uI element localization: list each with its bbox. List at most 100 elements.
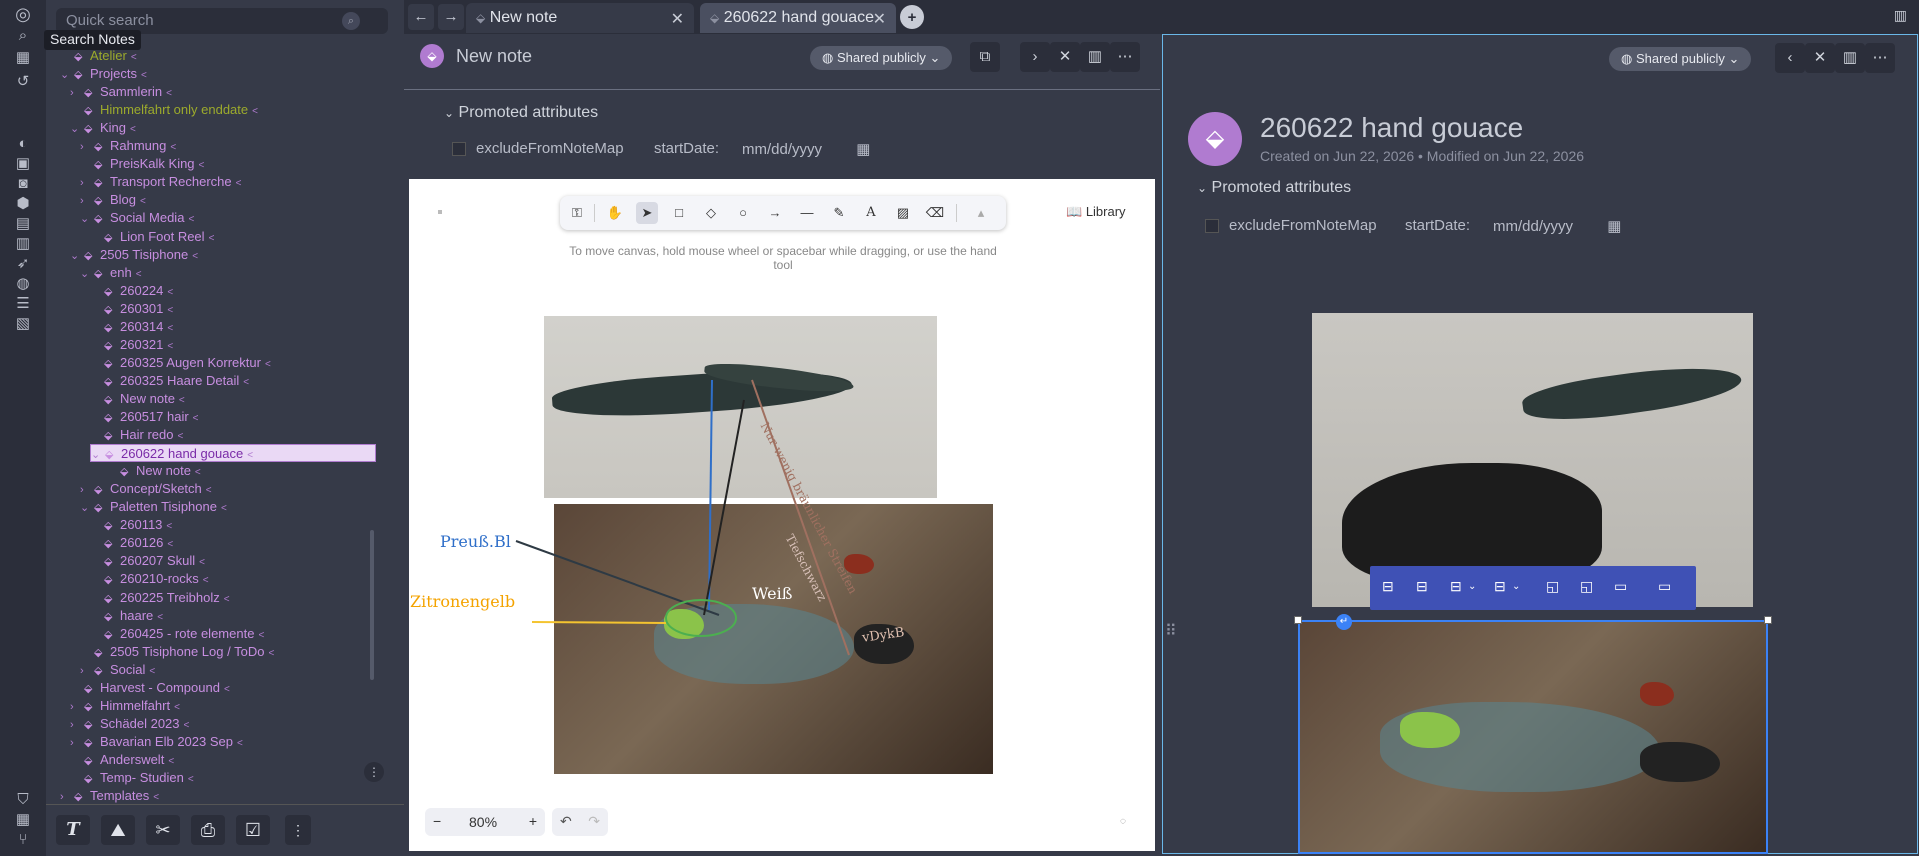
lock-icon[interactable]: ⚿: [566, 202, 588, 224]
help-icon[interactable]: ◌: [1120, 816, 1126, 827]
size-small-icon[interactable]: ◱: [1546, 578, 1559, 595]
close-tab-icon[interactable]: ✕: [671, 9, 684, 29]
tree-item[interactable]: › ⬙ Schädel 2023 <: [70, 715, 189, 733]
align-center-icon[interactable]: ⊟: [1416, 578, 1428, 595]
tree-item[interactable]: › ⬙ Sammlerin <: [70, 83, 172, 101]
shield-icon[interactable]: ⛉: [10, 790, 36, 810]
zoom-out-button[interactable]: −: [433, 813, 441, 829]
list-icon[interactable]: ☰: [10, 294, 36, 314]
chevron-down-icon[interactable]: ⌄: [70, 247, 84, 265]
chevron-right-icon[interactable]: ›: [80, 662, 94, 680]
rocket-icon[interactable]: ➶: [10, 254, 36, 274]
tree-item[interactable]: ⬙ Harvest - Compound <: [70, 679, 230, 697]
resize-handle[interactable]: [1764, 616, 1772, 624]
tree-item[interactable]: ⬙ New note <: [90, 390, 185, 408]
close-pane-button[interactable]: ✕: [1805, 43, 1835, 73]
tree-item[interactable]: ⌄ ⬙ King <: [70, 119, 136, 137]
calendar-small-icon[interactable]: ▦: [10, 810, 36, 830]
tree-item[interactable]: ⬙ 260425 - rote elemente <: [90, 625, 264, 643]
app-logo-icon[interactable]: ◎: [10, 4, 36, 24]
line-tool-icon[interactable]: —: [796, 202, 818, 224]
diamond-tool-icon[interactable]: ◇: [700, 202, 722, 224]
tree-item[interactable]: ⬙ 2505 Tisiphone Log / ToDo <: [80, 643, 274, 661]
exclude-checkbox[interactable]: [1205, 219, 1219, 234]
more-actions-button[interactable]: ⋯: [1865, 43, 1895, 73]
align-right-icon[interactable]: ⊟: [1450, 578, 1462, 595]
tree-item[interactable]: ⬙ 260517 hair <: [90, 408, 199, 426]
tree-item[interactable]: ⬙ Himmelfahrt only enddate <: [70, 101, 258, 119]
new-text-note-button[interactable]: T: [56, 815, 90, 845]
startdate-input[interactable]: mm/dd/yyyy ▦: [1493, 217, 1621, 235]
camera-icon[interactable]: ◙: [10, 174, 36, 194]
tree-item[interactable]: ⬙ 260210-rocks <: [90, 570, 209, 588]
chevron-right-icon[interactable]: ›: [80, 192, 94, 210]
chevron-down-icon[interactable]: ⌄: [60, 66, 74, 84]
tree-item[interactable]: ⬙ Anderswelt <: [70, 751, 174, 769]
resize-handle[interactable]: [1294, 616, 1302, 624]
pencil-tool-icon[interactable]: ✎: [828, 202, 850, 224]
close-pane-button[interactable]: ✕: [1050, 42, 1080, 72]
tree-item[interactable]: › ⬙ Rahmung <: [80, 137, 176, 155]
embedded-image-palette[interactable]: [1298, 620, 1768, 854]
hand-tool-icon[interactable]: ✋: [604, 202, 626, 224]
chevron-down-icon[interactable]: ⌄: [1512, 581, 1520, 592]
tree-item[interactable]: ⬙ 260325 Augen Korrektur <: [90, 354, 271, 372]
redo-icon[interactable]: ↷: [588, 813, 600, 830]
tree-item[interactable]: ⬙ 260126 <: [90, 534, 173, 552]
tree-item[interactable]: ⬙ haare <: [90, 607, 163, 625]
tree-item[interactable]: ⬙ Lion Foot Reel <: [90, 228, 214, 246]
bug-icon[interactable]: ▣: [10, 154, 36, 174]
split-view-button[interactable]: ⧉: [970, 42, 1000, 72]
embedded-image-hand[interactable]: [1312, 313, 1753, 607]
chevron-down-icon[interactable]: ⌄: [80, 499, 94, 517]
rectangle-tool-icon[interactable]: □: [668, 202, 690, 224]
size-medium-icon[interactable]: ◱: [1580, 578, 1593, 595]
tree-item[interactable]: ⬙ 260301 <: [90, 300, 173, 318]
toggle-right-pane-icon[interactable]: ▥: [1894, 7, 1907, 24]
arrow-tool-icon[interactable]: →: [764, 202, 786, 224]
calendar-icon[interactable]: ▦: [10, 48, 36, 68]
chevron-down-icon[interactable]: ⌄: [80, 210, 94, 228]
eraser-tool-icon[interactable]: ⌫: [924, 202, 946, 224]
annotation-label[interactable]: Weiß: [752, 584, 792, 603]
close-tab-icon[interactable]: ✕: [873, 9, 886, 29]
tab-new-note[interactable]: ⬙ New note ✕: [466, 3, 694, 33]
tree-item[interactable]: ⬙ 260321 <: [90, 336, 173, 354]
chevron-right-icon[interactable]: ›: [70, 734, 84, 752]
wrap-icon[interactable]: ⊟: [1494, 578, 1506, 595]
tree-item[interactable]: ⌄ ⬙ 2505 Tisiphone <: [70, 246, 198, 264]
undo-icon[interactable]: ↶: [560, 813, 572, 830]
next-button[interactable]: ›: [1020, 42, 1050, 72]
search-submit-icon[interactable]: ⌕: [342, 12, 360, 30]
history-icon[interactable]: ↺: [10, 72, 36, 92]
tree-item[interactable]: ⌄ ⬙ enh <: [80, 264, 142, 282]
drive-icon[interactable]: ▤: [10, 214, 36, 234]
calendar-icon[interactable]: ▦: [856, 141, 870, 158]
library-button[interactable]: 📖 Library: [1066, 204, 1126, 220]
text-tool-icon[interactable]: A: [860, 202, 882, 224]
tree-item[interactable]: › ⬙ Himmelfahrt <: [70, 697, 180, 715]
more-button[interactable]: ⋮: [285, 815, 311, 845]
share-badge[interactable]: ◍ Shared publicly ⌄: [810, 46, 953, 70]
share-badge[interactable]: ◍ Shared publicly ⌄: [1609, 47, 1752, 71]
tree-scrollbar[interactable]: [370, 530, 374, 680]
tree-item[interactable]: ⌄ ⬙ Social Media <: [80, 209, 194, 227]
print-button[interactable]: ⎙: [191, 815, 225, 845]
chevron-right-icon[interactable]: ›: [60, 788, 74, 804]
new-mountain-button[interactable]: ⛰: [101, 815, 135, 845]
more-actions-button[interactable]: ⋯: [1110, 42, 1140, 72]
return-icon[interactable]: ↵: [1336, 614, 1352, 630]
attribute-exclude[interactable]: excludeFromNoteMap: [1205, 217, 1377, 234]
tree-item[interactable]: ⬙ New note <: [106, 462, 201, 480]
calendar-icon[interactable]: ▦: [1607, 218, 1621, 235]
align-left-icon[interactable]: ⊟: [1382, 578, 1394, 595]
tree-item[interactable]: ⌄ ⬙ Projects <: [60, 65, 147, 83]
tree-item[interactable]: ⬙ 260325 Haare Detail <: [90, 372, 249, 390]
tree-item[interactable]: ⬙ Hair redo <: [90, 426, 183, 444]
branch-icon[interactable]: ⑂: [10, 830, 36, 850]
drag-handle-icon[interactable]: ⠿: [1165, 621, 1177, 641]
chevron-right-icon[interactable]: ›: [80, 481, 94, 499]
tree-item[interactable]: ⌄ ⬙ Paletten Tisiphone <: [80, 498, 227, 516]
tree-item[interactable]: › ⬙ Blog <: [80, 191, 146, 209]
promoted-attributes-toggle[interactable]: ⌄ Promoted attributes: [1197, 179, 1351, 197]
